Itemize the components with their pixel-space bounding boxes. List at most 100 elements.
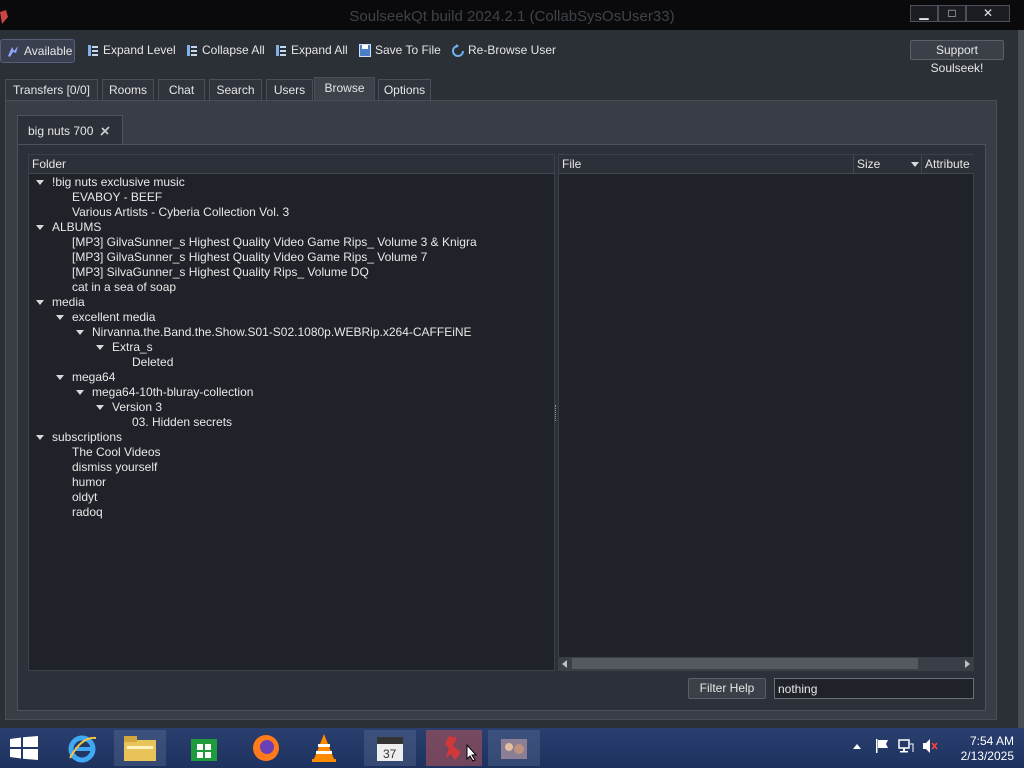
tree-row[interactable]: Nirvanna.the.Band.the.Show.S01-S02.1080p… [29,325,554,340]
title-bar: SoulseekQt build 2024.2.1 (CollabSysOsUs… [0,0,1024,30]
scrollbar-thumb[interactable] [572,658,918,669]
tree-row-label: Deleted [132,355,174,369]
taskbar-photo-app[interactable] [488,730,540,766]
tab-users[interactable]: Users [266,79,313,101]
tree-row-label: [MP3] GilvaSunner_s Highest Quality Vide… [72,250,428,264]
tree-row-label: mega64 [72,370,116,384]
tree-row[interactable]: media [29,295,554,310]
tree-row[interactable]: dismiss yourself [29,460,554,475]
volume-muted-icon[interactable] [922,738,938,754]
tree-row-label: The Cool Videos [72,445,161,459]
tree-row[interactable]: [MP3] GilvaSunner_s Highest Quality Vide… [29,235,554,250]
tab-chat[interactable]: Chat [158,79,205,101]
save-to-file-button[interactable]: Save To File [359,40,441,60]
tree-row-label: subscriptions [52,430,123,444]
vlc-icon [312,734,336,762]
tree-row[interactable]: subscriptions [29,430,554,445]
tree-row-label: ALBUMS [52,220,102,234]
tree-row[interactable]: Various Artists - Cyberia Collection Vol… [29,205,554,220]
collapse-all-button[interactable]: Collapse All [186,40,265,60]
filter-help-button[interactable]: Filter Help [688,678,766,699]
refresh-icon [452,43,464,57]
expand-arrow-icon[interactable] [56,375,64,380]
tab-browse[interactable]: Browse [314,77,375,101]
tree-row[interactable]: !big nuts exclusive music [29,175,554,190]
taskbar-internet-explorer[interactable] [56,730,108,766]
expand-arrow-icon[interactable] [36,435,44,440]
taskbar-calendar-app[interactable]: 37 [364,730,416,766]
tree-row-label: Version 3 [112,400,163,414]
tree-row[interactable]: humor [29,475,554,490]
taskbar-firefox[interactable] [240,730,292,766]
file-list[interactable]: File Size Attribute [558,154,974,671]
tree-row-label: Nirvanna.the.Band.the.Show.S01-S02.1080p… [92,325,472,339]
taskbar-soulseek[interactable] [426,730,482,766]
file-list-scrollbar[interactable] [558,657,974,670]
tree-row[interactable]: Deleted [29,355,554,370]
user-browse-tab-label: big nuts 700 [28,123,94,138]
expand-arrow-icon[interactable] [96,405,104,410]
expand-arrow-icon[interactable] [36,180,44,185]
tab-transfers[interactable]: Transfers [0/0] [5,79,98,101]
taskbar-file-explorer[interactable] [114,730,166,766]
expand-all-label: Expand All [291,43,348,57]
expand-arrow-icon[interactable] [56,315,64,320]
collapse-all-label: Collapse All [202,43,265,57]
tree-row[interactable]: EVABOY - BEEF [29,190,554,205]
tree-row-label: oldyt [72,490,98,504]
tree-row-label: excellent media [72,310,156,324]
tab-options[interactable]: Options [378,79,431,101]
network-icon[interactable] [898,738,914,754]
expand-arrow-icon[interactable] [96,345,104,350]
tree-row[interactable]: Version 3 [29,400,554,415]
expand-arrow-icon[interactable] [36,300,44,305]
folder-icon [124,736,156,761]
expand-arrow-icon[interactable] [36,225,44,230]
tree-row[interactable]: mega64-10th-bluray-collection [29,385,554,400]
scroll-left-icon[interactable] [562,660,567,668]
photo-app-icon [501,739,527,759]
folder-tree[interactable]: Folder !big nuts exclusive music EVABOY -… [28,154,555,671]
taskbar-clock[interactable]: 7:54 AM 2/13/2025 [944,734,1014,764]
tab-rooms[interactable]: Rooms [102,79,154,101]
rebrowse-user-button[interactable]: Re-Browse User [452,40,556,60]
attribute-column-header[interactable]: Attribute [922,155,974,174]
expand-all-button[interactable]: Expand All [275,40,348,60]
filter-input[interactable] [774,678,974,699]
tree-row[interactable]: 03. Hidden secrets [29,415,554,430]
status-available-button[interactable]: Available [0,39,75,63]
taskbar-vlc[interactable] [298,730,350,766]
tree-row[interactable]: ALBUMS [29,220,554,235]
tree-row[interactable]: excellent media [29,310,554,325]
tree-row[interactable]: [MP3] SilvaGunner_s Highest Quality Rips… [29,265,554,280]
file-column-header[interactable]: File [559,155,854,174]
scroll-right-icon[interactable] [965,660,970,668]
tree-row-label: Various Artists - Cyberia Collection Vol… [72,205,290,219]
tree-row[interactable]: radoq [29,505,554,520]
close-tab-icon[interactable] [99,125,111,137]
tree-row[interactable]: oldyt [29,490,554,505]
action-center-flag-icon[interactable] [875,738,889,754]
maximize-button[interactable]: □ [938,5,966,22]
windows-start-icon[interactable] [10,736,38,760]
tab-search[interactable]: Search [209,79,262,101]
folder-column-header[interactable]: Folder [29,155,554,174]
tree-row[interactable]: The Cool Videos [29,445,554,460]
close-button[interactable]: ✕ [966,5,1010,22]
show-hidden-icons-icon[interactable] [853,744,861,749]
tree-row[interactable]: mega64 [29,370,554,385]
taskbar: 37 [0,728,1024,768]
tree-row[interactable]: cat in a sea of soap [29,280,554,295]
tree-row[interactable]: [MP3] GilvaSunner_s Highest Quality Vide… [29,250,554,265]
clock-date: 2/13/2025 [960,749,1014,763]
tree-row[interactable]: Extra_s [29,340,554,355]
expand-arrow-icon[interactable] [76,390,84,395]
expand-level-label: Expand Level [103,43,176,57]
taskbar-store[interactable] [178,730,230,766]
support-soulseek-button[interactable]: Support Soulseek! [910,40,1004,75]
expand-level-button[interactable]: Expand Level [87,40,176,60]
expand-arrow-icon[interactable] [76,330,84,335]
minimize-button[interactable]: ▁ [910,5,938,22]
user-browse-tab[interactable]: big nuts 700 [17,115,123,145]
tree-row-label: media [52,295,85,309]
